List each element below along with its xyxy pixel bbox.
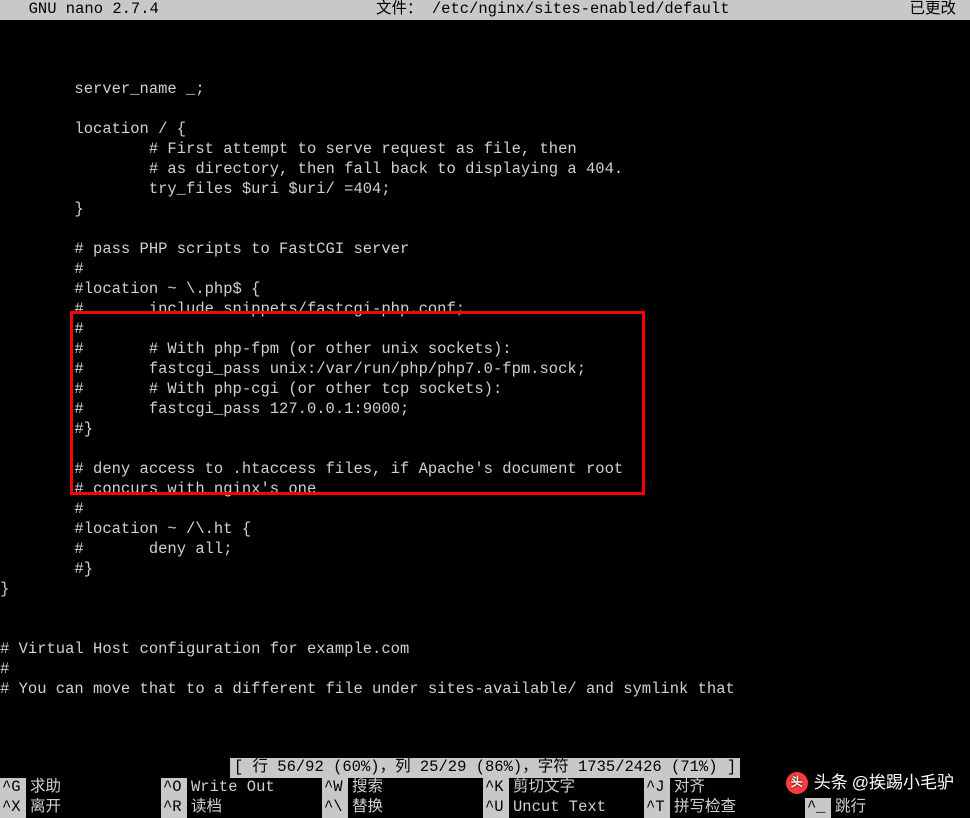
editor-line[interactable]	[0, 220, 970, 240]
shortcut-item[interactable]: ^R读档	[161, 798, 322, 818]
editor-line[interactable]: #	[0, 260, 970, 280]
editor-line[interactable]: # deny access to .htaccess files, if Apa…	[0, 460, 970, 480]
editor-line[interactable]: server_name _;	[0, 80, 970, 100]
shortcut-label: 求助	[26, 778, 61, 798]
editor-line[interactable]	[0, 600, 970, 620]
shortcut-item[interactable]: ^W搜索	[322, 778, 483, 798]
shortcut-label: 离开	[26, 798, 61, 818]
editor-line[interactable]: try_files $uri $uri/ =404;	[0, 180, 970, 200]
editor-line[interactable]: # First attempt to serve request as file…	[0, 140, 970, 160]
shortcut-item[interactable]: ^\替换	[322, 798, 483, 818]
shortcut-key: ^T	[644, 798, 670, 818]
shortcut-item[interactable]: ^X离开	[0, 798, 161, 818]
shortcut-item[interactable]: ^G求助	[0, 778, 161, 798]
editor-line[interactable]: #	[0, 320, 970, 340]
shortcut-label: 替换	[348, 798, 383, 818]
watermark: 头 头条 @挨踢小毛驴	[786, 772, 954, 794]
title-bar: GNU nano 2.7.4 文件： /etc/nginx/sites-enab…	[0, 0, 970, 20]
editor-line[interactable]: #location ~ \.php$ {	[0, 280, 970, 300]
shortcut-key: ^\	[322, 798, 348, 818]
watermark-author: @挨踢小毛驴	[852, 772, 954, 794]
file-path: /etc/nginx/sites-enabled/default	[432, 0, 730, 18]
editor-line[interactable]	[0, 60, 970, 80]
shortcut-label: Write Out	[187, 778, 275, 798]
editor-line[interactable]: }	[0, 580, 970, 600]
shortcut-row-2: ^X离开^R读档^\替换^UUncut Text^T拼写检查^_跳行	[0, 798, 970, 818]
shortcut-key: ^_	[805, 798, 831, 818]
editor-area[interactable]: server_name _; location / { # First atte…	[0, 20, 970, 700]
editor-line[interactable]	[0, 40, 970, 60]
editor-line[interactable]	[0, 100, 970, 120]
editor-line[interactable]: # fastcgi_pass 127.0.0.1:9000;	[0, 400, 970, 420]
editor-line[interactable]: }	[0, 200, 970, 220]
shortcut-key: ^U	[483, 798, 509, 818]
editor-line[interactable]: # include snippets/fastcgi-php.conf;	[0, 300, 970, 320]
editor-line[interactable]: # as directory, then fall back to displa…	[0, 160, 970, 180]
editor-line[interactable]: # deny all;	[0, 540, 970, 560]
shortcut-label: 拼写检查	[670, 798, 736, 818]
editor-line[interactable]: # You can move that to a different file …	[0, 680, 970, 700]
app-name: GNU nano 2.7.4	[0, 0, 159, 20]
editor-line[interactable]: # concurs with nginx's one	[0, 480, 970, 500]
modified-status: 已更改	[909, 0, 970, 20]
shortcut-key: ^G	[0, 778, 26, 798]
watermark-logo-icon: 头	[786, 772, 808, 794]
editor-line[interactable]: # # With php-fpm (or other unix sockets)…	[0, 340, 970, 360]
shortcut-item[interactable]: ^_跳行	[805, 798, 966, 818]
editor-line[interactable]: # fastcgi_pass unix:/var/run/php/php7.0-…	[0, 360, 970, 380]
editor-line[interactable]: # # With php-cgi (or other tcp sockets):	[0, 380, 970, 400]
status-text: [ 行 56/92 (60%)，列 25/29 (86%)，字符 1735/24…	[230, 758, 740, 778]
editor-line[interactable]: #location ~ /\.ht {	[0, 520, 970, 540]
shortcut-key: ^W	[322, 778, 348, 798]
shortcut-key: ^X	[0, 798, 26, 818]
shortcut-label: 剪切文字	[509, 778, 575, 798]
shortcut-key: ^R	[161, 798, 187, 818]
shortcut-key: ^J	[644, 778, 670, 798]
editor-line[interactable]: # Virtual Host configuration for example…	[0, 640, 970, 660]
editor-line[interactable]	[0, 440, 970, 460]
file-info: 文件： /etc/nginx/sites-enabled/default	[159, 0, 910, 40]
shortcut-item[interactable]: ^K剪切文字	[483, 778, 644, 798]
shortcut-key: ^O	[161, 778, 187, 798]
shortcut-label: 跳行	[831, 798, 866, 818]
shortcut-key: ^K	[483, 778, 509, 798]
editor-line[interactable]: location / {	[0, 120, 970, 140]
shortcut-item[interactable]: ^UUncut Text	[483, 798, 644, 818]
shortcut-item[interactable]: ^T拼写检查	[644, 798, 805, 818]
editor-line[interactable]: #	[0, 500, 970, 520]
editor-line[interactable]: #}	[0, 560, 970, 580]
shortcut-label: 搜索	[348, 778, 383, 798]
file-label: 文件：	[376, 0, 423, 18]
shortcut-label: 对齐	[670, 778, 705, 798]
editor-line[interactable]	[0, 620, 970, 640]
shortcut-item[interactable]: ^J对齐	[644, 778, 805, 798]
editor-line[interactable]: #	[0, 660, 970, 680]
watermark-brand: 头条	[814, 772, 848, 794]
shortcut-label: 读档	[187, 798, 222, 818]
editor-line[interactable]: # pass PHP scripts to FastCGI server	[0, 240, 970, 260]
shortcut-label: Uncut Text	[509, 798, 606, 818]
shortcut-item[interactable]: ^OWrite Out	[161, 778, 322, 798]
editor-line[interactable]: #}	[0, 420, 970, 440]
